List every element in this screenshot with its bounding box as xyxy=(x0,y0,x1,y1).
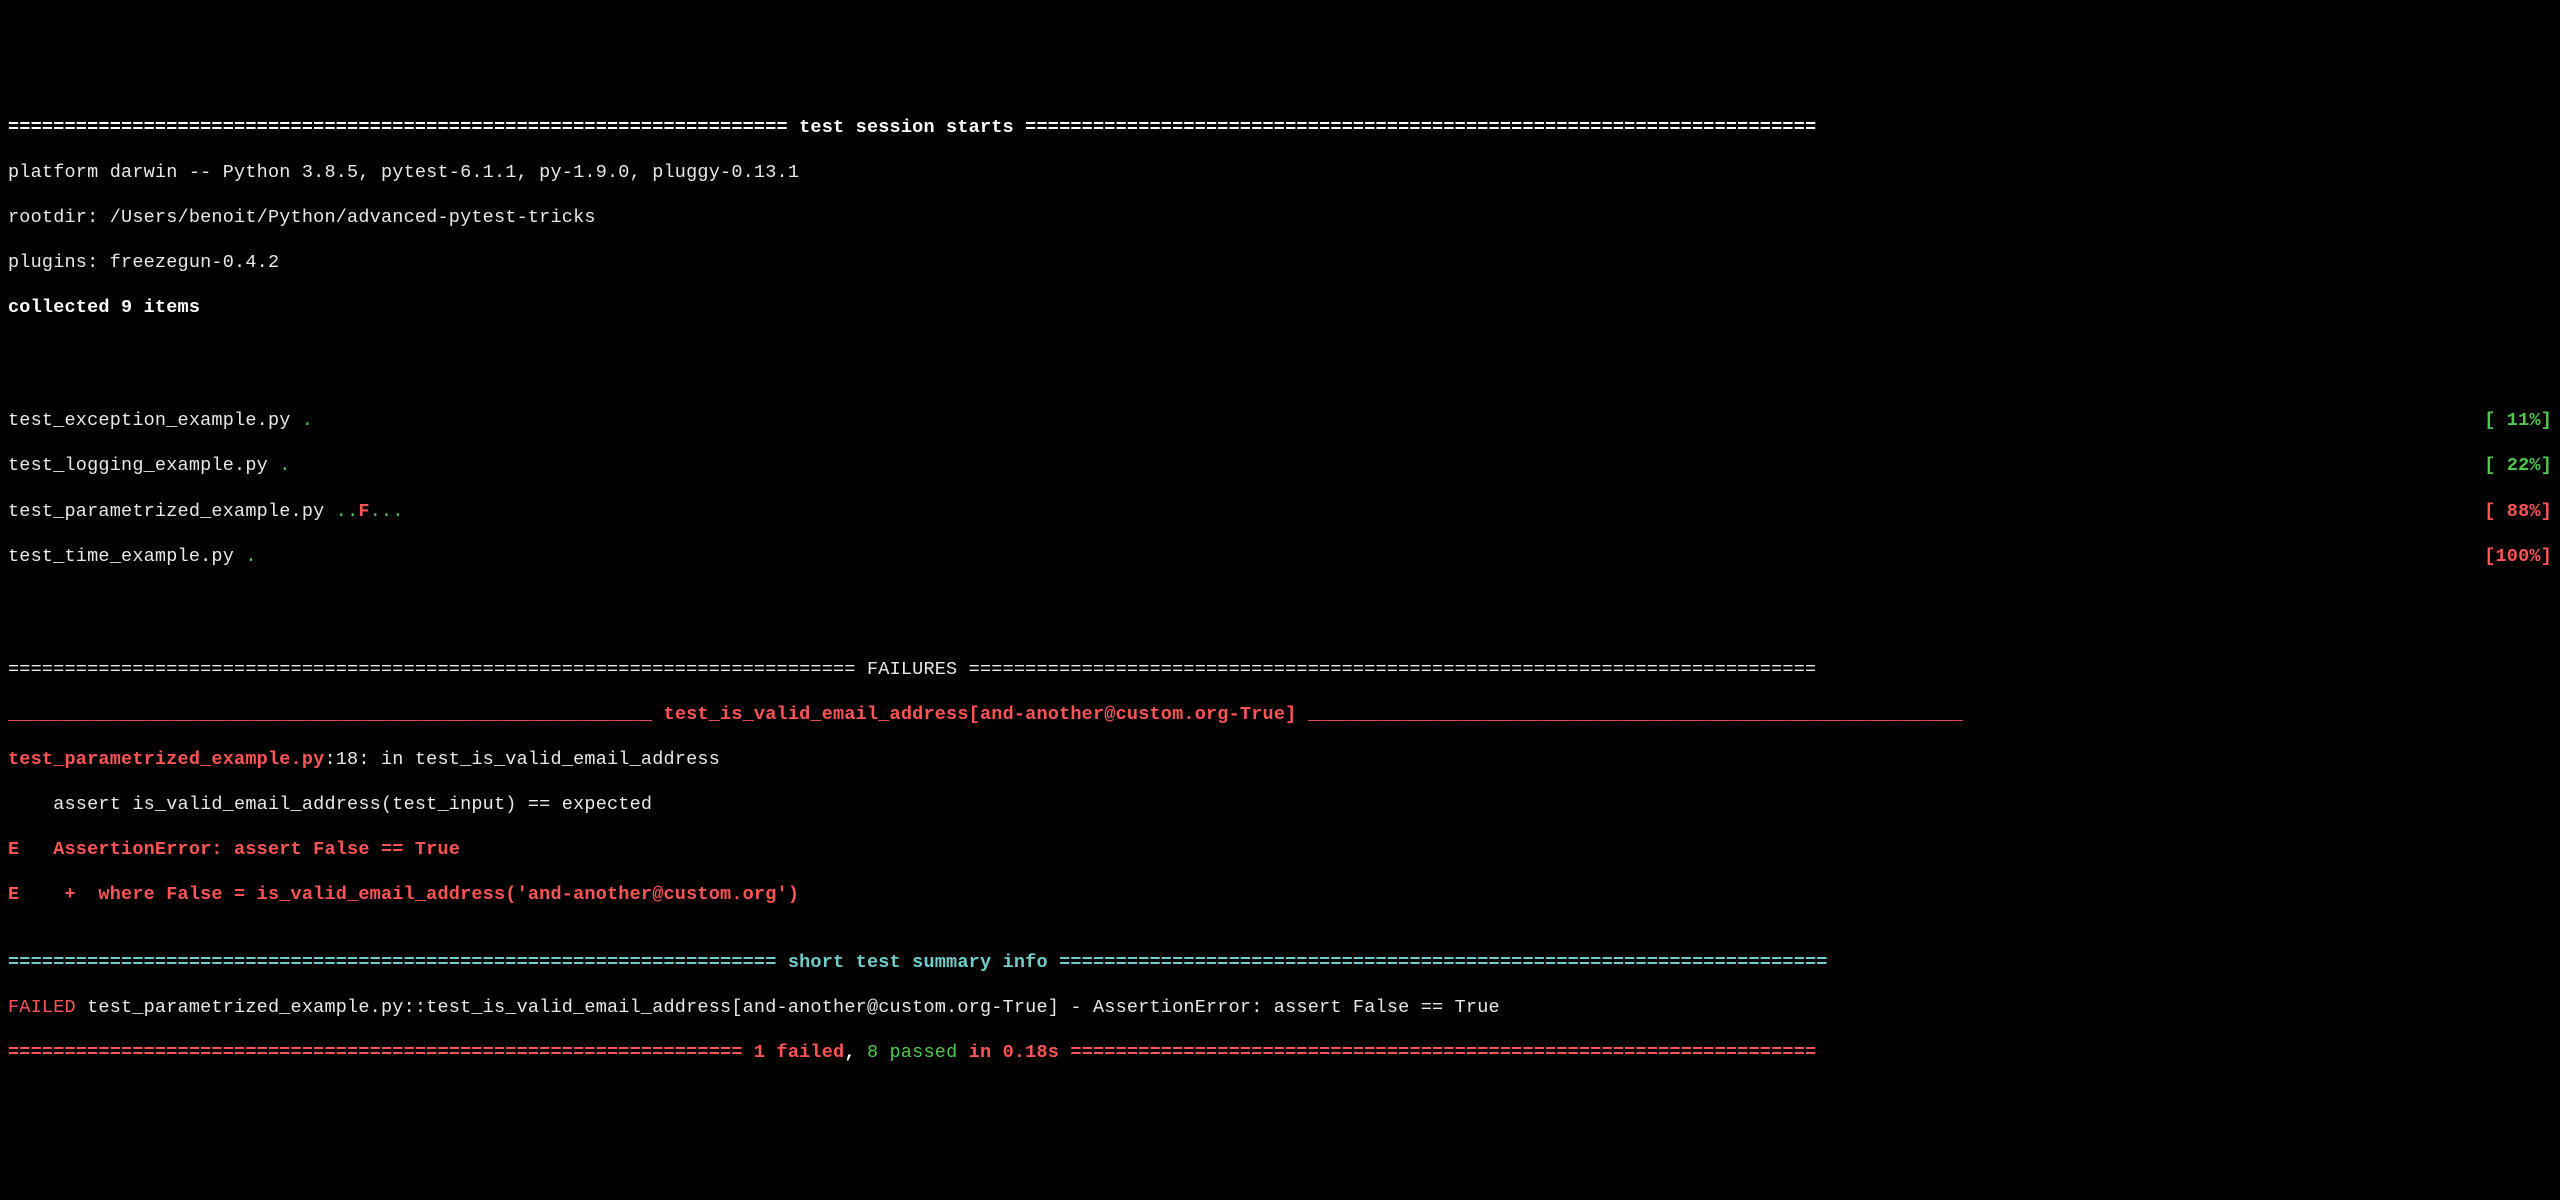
result-dots: .. xyxy=(336,501,359,524)
failed-detail: test_parametrized_example.py::test_is_va… xyxy=(76,997,1500,1020)
session-header-label: test session starts xyxy=(788,117,1025,140)
eq-rule: ========================================… xyxy=(8,1042,754,1065)
eq-rule: ========================================… xyxy=(957,659,1816,682)
short-summary-label: short test summary info xyxy=(788,952,1048,975)
result-dots: . xyxy=(245,546,256,569)
failure-file: test_parametrized_example.py xyxy=(8,749,324,772)
failure-test-header: ________________________________________… xyxy=(8,704,2552,727)
progress-pct: [ 88%] xyxy=(2484,501,2552,524)
test-file: test_parametrized_example.py xyxy=(8,501,336,524)
test-progress-row: test_exception_example.py . [ 11%] xyxy=(8,410,2552,433)
result-dots: . xyxy=(279,455,290,478)
underscore-rule: ________________________________________… xyxy=(1296,704,1963,727)
rootdir-line: rootdir: /Users/benoit/Python/advanced-p… xyxy=(8,207,2552,230)
failure-location: test_parametrized_example.py:18: in test… xyxy=(8,749,2552,772)
test-file: test_exception_example.py xyxy=(8,410,302,433)
failure-error: E AssertionError: assert False == True xyxy=(8,839,2552,862)
progress-pct: [100%] xyxy=(2484,546,2552,569)
failed-count: 1 failed xyxy=(754,1042,844,1065)
blank-line xyxy=(8,591,2552,614)
eq-rule: ========================================… xyxy=(8,117,788,140)
test-progress-row: test_logging_example.py . [ 22%] xyxy=(8,455,2552,478)
final-summary: ========================================… xyxy=(8,1042,2552,1065)
collected-line: collected 9 items xyxy=(8,297,2552,320)
progress-pct: [ 22%] xyxy=(2484,455,2552,478)
plugins-line: plugins: freezegun-0.4.2 xyxy=(8,252,2552,275)
eq-rule: ========================================… xyxy=(1025,117,1816,140)
blank-line xyxy=(8,343,2552,366)
result-dots: . xyxy=(302,410,313,433)
duration: in 0.18s xyxy=(957,1042,1059,1065)
short-summary-header: ========================================… xyxy=(8,952,2552,975)
session-header: ========================================… xyxy=(8,117,2552,140)
failed-summary-line: FAILED test_parametrized_example.py::tes… xyxy=(8,997,2552,1020)
failure-test-name: test_is_valid_email_address[and-another@… xyxy=(664,704,1297,727)
test-file: test_logging_example.py xyxy=(8,455,279,478)
test-progress-row: test_parametrized_example.py ..F... [ 88%… xyxy=(8,501,2552,524)
progress-pct: [ 11%] xyxy=(2484,410,2552,433)
test-file: test_time_example.py xyxy=(8,546,245,569)
failed-prefix: FAILED xyxy=(8,997,76,1020)
eq-rule: ========================================… xyxy=(1059,1042,1816,1065)
failure-error: E + where False = is_valid_email_address… xyxy=(8,884,2552,907)
passed-count: 8 passed xyxy=(867,1042,957,1065)
failures-header: ========================================… xyxy=(8,659,2552,682)
underscore-rule: ________________________________________… xyxy=(8,704,664,727)
eq-rule: ========================================… xyxy=(8,659,867,682)
failure-source: assert is_valid_email_address(test_input… xyxy=(8,794,2552,817)
failure-line-info: :18: in test_is_valid_email_address xyxy=(324,749,720,772)
eq-rule: ========================================… xyxy=(8,952,788,975)
terminal-output: ========================================… xyxy=(8,94,2552,1087)
eq-rule: ========================================… xyxy=(1048,952,1828,975)
result-fail: F xyxy=(358,501,369,524)
result-dots: ... xyxy=(370,501,404,524)
test-progress-row: test_time_example.py . [100%] xyxy=(8,546,2552,569)
platform-line: platform darwin -- Python 3.8.5, pytest-… xyxy=(8,162,2552,185)
failures-label: FAILURES xyxy=(867,659,957,682)
